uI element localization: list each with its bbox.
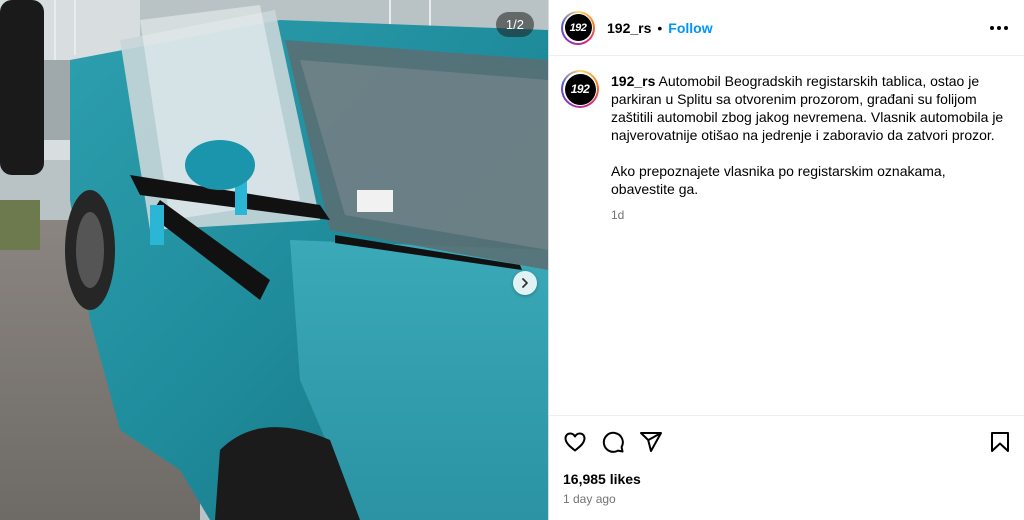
avatar[interactable]: 192 xyxy=(561,10,595,45)
caption-body: 192_rs Automobil Beogradskih registarski… xyxy=(611,72,1008,224)
caption-text-2: Ako prepoznajete vlasnika po registarski… xyxy=(611,163,950,197)
chevron-right-icon xyxy=(522,278,528,288)
slide-counter: 1/2 xyxy=(495,12,534,37)
action-bar xyxy=(563,428,1012,456)
comment-icon[interactable] xyxy=(601,430,625,454)
likes-count[interactable]: 16,985 likes xyxy=(563,471,1012,487)
caption-age: 1d xyxy=(611,208,625,222)
post-timestamp[interactable]: 1 day ago xyxy=(563,492,1012,506)
caption-section: 192 192_rs Automobil Beogradskih regista… xyxy=(549,56,1024,415)
post-header: 192 192_rs • Follow xyxy=(549,0,1024,56)
caption-avatar[interactable]: 192 xyxy=(561,70,599,108)
avatar-logo: 192 xyxy=(564,14,592,41)
more-options-icon[interactable] xyxy=(990,25,1008,30)
heart-icon[interactable] xyxy=(563,430,587,454)
avatar-logo: 192 xyxy=(564,73,596,105)
username[interactable]: 192_rs xyxy=(607,20,651,36)
caption-text: Automobil Beogradskih registarskih tabli… xyxy=(611,73,1008,143)
instagram-post: 1/2 192 192_rs • Follow 192 192_rs Autom xyxy=(0,0,1024,520)
car-photo xyxy=(0,0,548,520)
post-media[interactable]: 1/2 xyxy=(0,0,548,520)
post-sidebar: 192 192_rs • Follow 192 192_rs Automobil… xyxy=(548,0,1024,520)
share-icon[interactable] xyxy=(639,430,663,454)
caption-username[interactable]: 192_rs xyxy=(611,73,655,89)
actions-section: 16,985 likes 1 day ago xyxy=(549,415,1024,520)
separator-dot: • xyxy=(657,19,663,36)
follow-button[interactable]: Follow xyxy=(668,20,712,36)
next-slide-button[interactable] xyxy=(513,271,537,295)
bookmark-icon[interactable] xyxy=(988,430,1012,454)
